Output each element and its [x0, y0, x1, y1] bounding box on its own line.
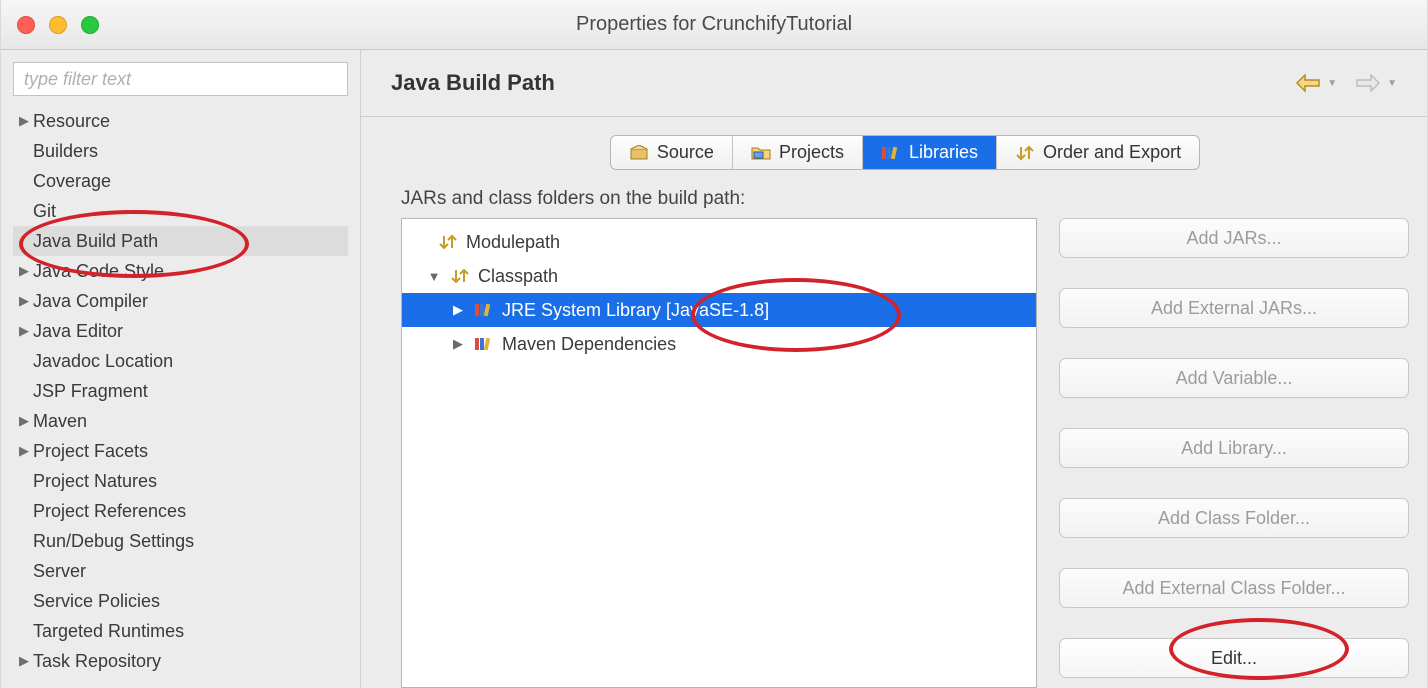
sidebar-item-task-repository[interactable]: ▶Task Repository: [13, 646, 348, 676]
sidebar-item-jsp-fragment[interactable]: JSP Fragment: [13, 376, 348, 406]
sidebar-item-javadoc-location[interactable]: Javadoc Location: [13, 346, 348, 376]
tree-label: Classpath: [478, 266, 558, 287]
sidebar-item-label: Resource: [33, 111, 110, 132]
button-column: Add JARs... Add External JARs... Add Var…: [1059, 218, 1409, 688]
sidebar-item-coverage[interactable]: Coverage: [13, 166, 348, 196]
back-menu-caret-icon[interactable]: ▼: [1327, 78, 1337, 89]
disclosure-triangle-icon[interactable]: ▶: [450, 336, 466, 352]
sidebar-item-label: Java Build Path: [33, 231, 158, 252]
sidebar-item-builders[interactable]: Builders: [13, 136, 348, 166]
sidebar-item-label: Project Natures: [33, 471, 157, 492]
tab-label: Source: [657, 142, 714, 163]
tab-label: Projects: [779, 142, 844, 163]
sidebar-item-label: Project Facets: [33, 441, 148, 462]
disclosure-triangle-icon[interactable]: ▶: [15, 323, 33, 339]
tab-source[interactable]: Source: [611, 136, 733, 169]
disclosure-triangle-icon[interactable]: ▶: [15, 413, 33, 429]
sidebar-item-resource[interactable]: ▶Resource: [13, 106, 348, 136]
disclosure-triangle-icon[interactable]: ▶: [15, 293, 33, 309]
sidebar-item-label: Service Policies: [33, 591, 160, 612]
sidebar-item-label: JSP Fragment: [33, 381, 148, 402]
folder-icon: [751, 145, 771, 161]
tab-label: Order and Export: [1043, 142, 1181, 163]
main-panel: Java Build Path ▼ ▼ Source Projects Librar…: [361, 50, 1427, 688]
sidebar-item-project-facets[interactable]: ▶Project Facets: [13, 436, 348, 466]
sidebar-item-label: Targeted Runtimes: [33, 621, 184, 642]
disclosure-triangle-icon[interactable]: ▶: [15, 263, 33, 279]
add-class-folder-button[interactable]: Add Class Folder...: [1059, 498, 1409, 538]
forward-arrow-icon: [1355, 74, 1381, 92]
disclosure-triangle-icon[interactable]: ▶: [15, 653, 33, 669]
minimize-window-button[interactable]: [49, 16, 67, 34]
disclosure-triangle-icon[interactable]: ▶: [15, 443, 33, 459]
sidebar-item-service-policies[interactable]: Service Policies: [13, 586, 348, 616]
tree-label: JRE System Library [JavaSE-1.8]: [502, 300, 769, 321]
window-title: Properties for CrunchifyTutorial: [1, 13, 1427, 36]
close-window-button[interactable]: [17, 16, 35, 34]
sidebar-item-maven[interactable]: ▶Maven: [13, 406, 348, 436]
sidebar-item-label: Java Compiler: [33, 291, 148, 312]
disclosure-triangle-icon[interactable]: ▶: [15, 113, 33, 129]
library-icon: [881, 145, 901, 161]
nav-arrows: ▼ ▼: [1295, 74, 1397, 92]
tree-label: Maven Dependencies: [502, 334, 676, 355]
sidebar-item-targeted-runtimes[interactable]: Targeted Runtimes: [13, 616, 348, 646]
sidebar-item-label: Maven: [33, 411, 87, 432]
sidebar-item-label: Git: [33, 201, 56, 222]
tab-projects[interactable]: Projects: [733, 136, 863, 169]
sidebar-item-label: Javadoc Location: [33, 351, 173, 372]
sidebar-item-java-build-path[interactable]: Java Build Path: [13, 226, 348, 256]
sidebar-item-java-compiler[interactable]: ▶Java Compiler: [13, 286, 348, 316]
library-icon: [474, 336, 494, 352]
zoom-window-button[interactable]: [81, 16, 99, 34]
order-icon: [1015, 145, 1035, 161]
build-path-tabs: Source Projects Libraries Order and Export: [610, 135, 1200, 170]
tree-node-jre-system-library[interactable]: ▶ JRE System Library [JavaSE-1.8]: [402, 293, 1036, 327]
tab-order-and-export[interactable]: Order and Export: [997, 136, 1199, 169]
tree-node-modulepath[interactable]: Modulepath: [402, 225, 1036, 259]
sidebar-item-run-debug-settings[interactable]: Run/Debug Settings: [13, 526, 348, 556]
sidebar-item-server[interactable]: Server: [13, 556, 348, 586]
section-subtitle: JARs and class folders on the build path…: [401, 188, 1409, 210]
titlebar: Properties for CrunchifyTutorial: [1, 0, 1427, 50]
classpath-tree[interactable]: Modulepath ▼ Classpath ▶: [401, 218, 1037, 688]
sidebar-item-project-references[interactable]: Project References: [13, 496, 348, 526]
properties-sidebar: ▶ResourceBuildersCoverageGitJava Build P…: [1, 50, 361, 688]
sidebar-item-git[interactable]: Git: [13, 196, 348, 226]
sidebar-item-label: Coverage: [33, 171, 111, 192]
disclosure-triangle-icon[interactable]: ▶: [450, 302, 466, 318]
sidebar-item-java-editor[interactable]: ▶Java Editor: [13, 316, 348, 346]
sidebar-item-java-code-style[interactable]: ▶Java Code Style: [13, 256, 348, 286]
order-icon: [438, 234, 458, 250]
forward-menu-caret-icon[interactable]: ▼: [1387, 78, 1397, 89]
sidebar-item-label: Builders: [33, 141, 98, 162]
window-controls: [17, 16, 99, 34]
back-arrow-icon[interactable]: [1295, 74, 1321, 92]
sidebar-item-label: Java Editor: [33, 321, 123, 342]
edit-button[interactable]: Edit...: [1059, 638, 1409, 678]
tree-node-classpath[interactable]: ▼ Classpath: [402, 259, 1036, 293]
add-jars-button[interactable]: Add JARs...: [1059, 218, 1409, 258]
sidebar-item-label: Run/Debug Settings: [33, 531, 194, 552]
page-title: Java Build Path: [391, 70, 555, 96]
disclosure-triangle-icon[interactable]: ▼: [426, 269, 442, 284]
sidebar-item-label: Task Repository: [33, 651, 161, 672]
order-icon: [450, 268, 470, 284]
sidebar-item-label: Server: [33, 561, 86, 582]
library-icon: [474, 302, 494, 318]
sidebar-item-label: Project References: [33, 501, 186, 522]
package-icon: [629, 145, 649, 161]
filter-input[interactable]: [13, 62, 348, 96]
add-external-jars-button[interactable]: Add External JARs...: [1059, 288, 1409, 328]
tree-label: Modulepath: [466, 232, 560, 253]
sidebar-item-label: Java Code Style: [33, 261, 164, 282]
add-library-button[interactable]: Add Library...: [1059, 428, 1409, 468]
sidebar-item-project-natures[interactable]: Project Natures: [13, 466, 348, 496]
tree-node-maven-dependencies[interactable]: ▶ Maven Dependencies: [402, 327, 1036, 361]
tab-libraries[interactable]: Libraries: [863, 136, 997, 169]
add-external-class-folder-button[interactable]: Add External Class Folder...: [1059, 568, 1409, 608]
add-variable-button[interactable]: Add Variable...: [1059, 358, 1409, 398]
tab-label: Libraries: [909, 142, 978, 163]
